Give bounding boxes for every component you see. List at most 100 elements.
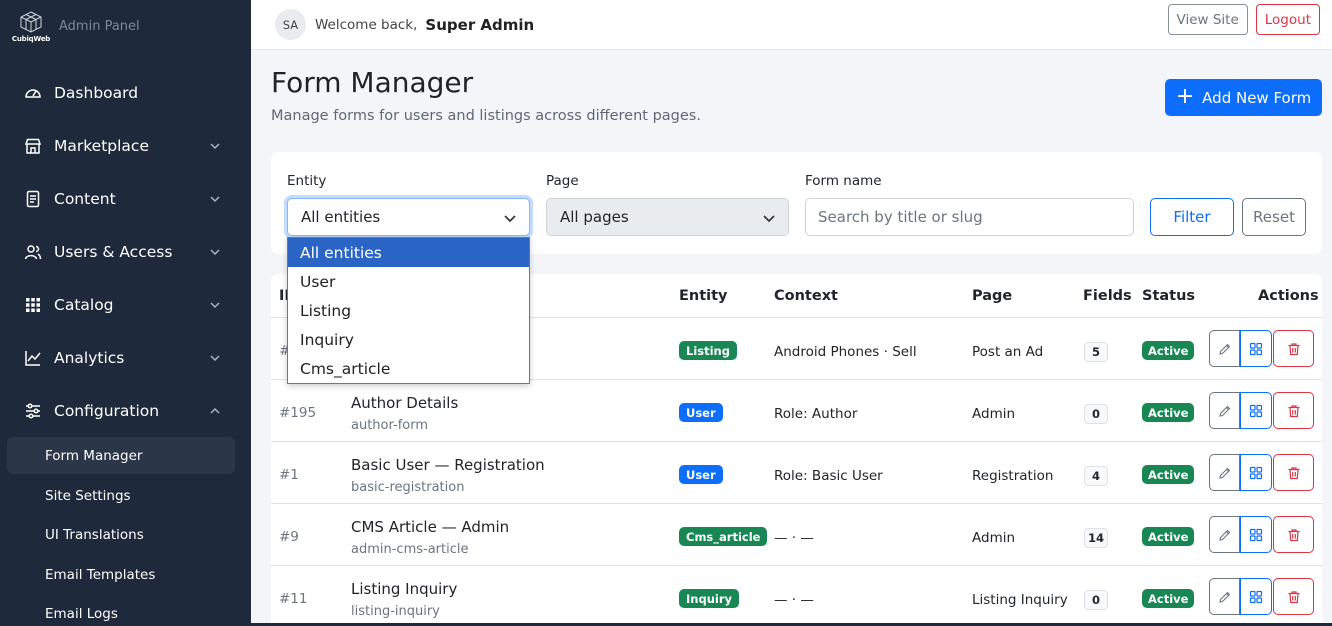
chart-icon bbox=[24, 349, 42, 367]
fields-builder-button[interactable] bbox=[1240, 578, 1272, 615]
grid-icon bbox=[24, 296, 42, 314]
sidebar-subitem-site-settings[interactable]: Site Settings bbox=[7, 476, 235, 516]
table-row[interactable]: #195 Author Details author-form User Rol… bbox=[271, 380, 1322, 442]
sidebar-subitem-ui-translations[interactable]: UI Translations bbox=[7, 516, 235, 556]
trash-icon bbox=[1288, 342, 1299, 355]
entity-option-user[interactable]: User bbox=[288, 267, 529, 296]
delete-button[interactable] bbox=[1273, 330, 1314, 367]
sidebar-item-dashboard[interactable]: Dashboard bbox=[0, 66, 251, 119]
pencil-icon bbox=[1218, 467, 1230, 479]
add-new-form-label: Add New Form bbox=[1202, 88, 1312, 107]
sidebar-subitem-form-manager[interactable]: Form Manager bbox=[7, 437, 235, 474]
fields-builder-button[interactable] bbox=[1240, 454, 1272, 491]
fields-builder-button[interactable] bbox=[1240, 330, 1272, 367]
edit-button[interactable] bbox=[1209, 392, 1240, 429]
sidebar-item-label: Catalog bbox=[54, 295, 114, 314]
sidebar-subitem-email-templates[interactable]: Email Templates bbox=[7, 555, 235, 595]
entity-select[interactable]: All entities bbox=[287, 198, 530, 236]
delete-button[interactable] bbox=[1273, 516, 1314, 553]
entity-option-all[interactable]: All entities bbox=[288, 238, 529, 267]
filter-button[interactable]: Filter bbox=[1150, 198, 1234, 236]
row-slug: author-form bbox=[351, 418, 429, 433]
row-title: Basic User — Registration bbox=[351, 456, 545, 474]
chevron-down-icon bbox=[209, 140, 221, 152]
table-row[interactable]: #1 Basic User — Registration basic-regis… bbox=[271, 442, 1322, 504]
sidebar-item-users-access[interactable]: Users & Access bbox=[0, 225, 251, 278]
delete-button[interactable] bbox=[1273, 578, 1314, 615]
row-id: #1 bbox=[279, 467, 299, 483]
row-page: Registration bbox=[972, 468, 1054, 484]
delete-button[interactable] bbox=[1273, 454, 1314, 491]
trash-icon bbox=[1288, 404, 1299, 417]
brand[interactable]: CubiqWeb Admin Panel bbox=[0, 0, 251, 52]
form-name-input[interactable]: Search by title or slug bbox=[805, 198, 1134, 236]
avatar[interactable]: SA bbox=[275, 9, 306, 40]
edit-button[interactable] bbox=[1209, 330, 1240, 367]
store-icon bbox=[24, 137, 42, 155]
topbar-actions: View Site Logout bbox=[1167, 4, 1320, 35]
status-badge: Active bbox=[1142, 403, 1195, 422]
row-page: Admin bbox=[972, 530, 1016, 546]
row-id: #11 bbox=[279, 591, 308, 607]
grid-icon bbox=[1249, 466, 1263, 479]
page-subtitle: Manage forms for users and listings acro… bbox=[271, 108, 701, 124]
table-row[interactable]: #11 Listing Inquiry listing-inquiry Inqu… bbox=[271, 566, 1322, 626]
fields-builder-button[interactable] bbox=[1240, 516, 1272, 553]
sidebar-item-marketplace[interactable]: Marketplace bbox=[0, 119, 251, 172]
sidebar: CubiqWeb Admin Panel Dashboard Marketpla… bbox=[0, 0, 251, 626]
edit-button[interactable] bbox=[1209, 454, 1240, 491]
entity-select-value: All entities bbox=[301, 208, 381, 226]
row-id: #9 bbox=[279, 529, 299, 545]
logout-button[interactable]: Logout bbox=[1255, 4, 1320, 35]
grid-icon bbox=[1249, 590, 1263, 603]
row-page: Post an Ad bbox=[972, 344, 1044, 360]
sidebar-item-catalog[interactable]: Catalog bbox=[0, 278, 251, 331]
entity-label: Entity bbox=[287, 173, 327, 189]
pencil-icon bbox=[1218, 529, 1230, 541]
sidebar-item-label: Analytics bbox=[54, 348, 125, 367]
row-title: CMS Article — Admin bbox=[351, 518, 510, 536]
col-header-context: Context bbox=[774, 288, 838, 304]
sidebar-item-label: Configuration bbox=[54, 401, 160, 420]
delete-button[interactable] bbox=[1273, 392, 1314, 429]
form-name-label: Form name bbox=[805, 173, 882, 189]
sidebar-subitem-email-logs[interactable]: Email Logs bbox=[7, 595, 235, 626]
edit-button[interactable] bbox=[1209, 578, 1240, 615]
entity-option-listing[interactable]: Listing bbox=[288, 296, 529, 325]
fields-builder-button[interactable] bbox=[1240, 392, 1272, 429]
sidebar-item-label: Users & Access bbox=[54, 242, 173, 261]
page-title: Form Manager bbox=[271, 66, 474, 99]
sidebar-item-label: Marketplace bbox=[54, 136, 149, 155]
table-row[interactable]: #9 CMS Article — Admin admin-cms-article… bbox=[271, 504, 1322, 566]
sidebar-item-configuration[interactable]: Configuration bbox=[0, 384, 251, 437]
entity-option-inquiry[interactable]: Inquiry bbox=[288, 325, 529, 354]
topbar: SA Welcome back, Super Admin View Site L… bbox=[251, 0, 1332, 50]
sidebar-item-content[interactable]: Content bbox=[0, 172, 251, 225]
row-context: Android Phones · Sell bbox=[774, 344, 917, 360]
entity-dropdown-list: All entities User Listing Inquiry Cms_ar… bbox=[287, 237, 530, 384]
grid-icon bbox=[1249, 342, 1263, 355]
edit-button[interactable] bbox=[1209, 516, 1240, 553]
page-select-value: All pages bbox=[560, 208, 629, 226]
view-site-button[interactable]: View Site bbox=[1167, 4, 1248, 35]
chevron-down-icon bbox=[209, 193, 221, 205]
entity-badge: User bbox=[679, 403, 723, 422]
page-select[interactable]: All pages bbox=[546, 198, 789, 236]
brand-title: Admin Panel bbox=[59, 18, 140, 34]
reset-button[interactable]: Reset bbox=[1242, 198, 1306, 236]
row-slug: listing-inquiry bbox=[351, 604, 440, 619]
add-new-form-button[interactable]: + Add New Form bbox=[1165, 79, 1322, 116]
trash-icon bbox=[1288, 590, 1299, 603]
sidebar-item-analytics[interactable]: Analytics bbox=[0, 331, 251, 384]
entity-option-cms-article[interactable]: Cms_article bbox=[288, 354, 529, 383]
entity-badge: User bbox=[679, 465, 723, 484]
chevron-up-icon bbox=[209, 405, 221, 417]
plus-icon: + bbox=[1175, 83, 1195, 109]
fields-count: 5 bbox=[1084, 342, 1108, 362]
col-header-actions: Actions bbox=[1258, 288, 1319, 304]
pencil-icon bbox=[1218, 343, 1230, 355]
status-badge: Active bbox=[1142, 527, 1195, 546]
row-title: Listing Inquiry bbox=[351, 580, 458, 598]
welcome-text: Welcome back, bbox=[315, 16, 418, 33]
chevron-down-icon bbox=[209, 299, 221, 311]
